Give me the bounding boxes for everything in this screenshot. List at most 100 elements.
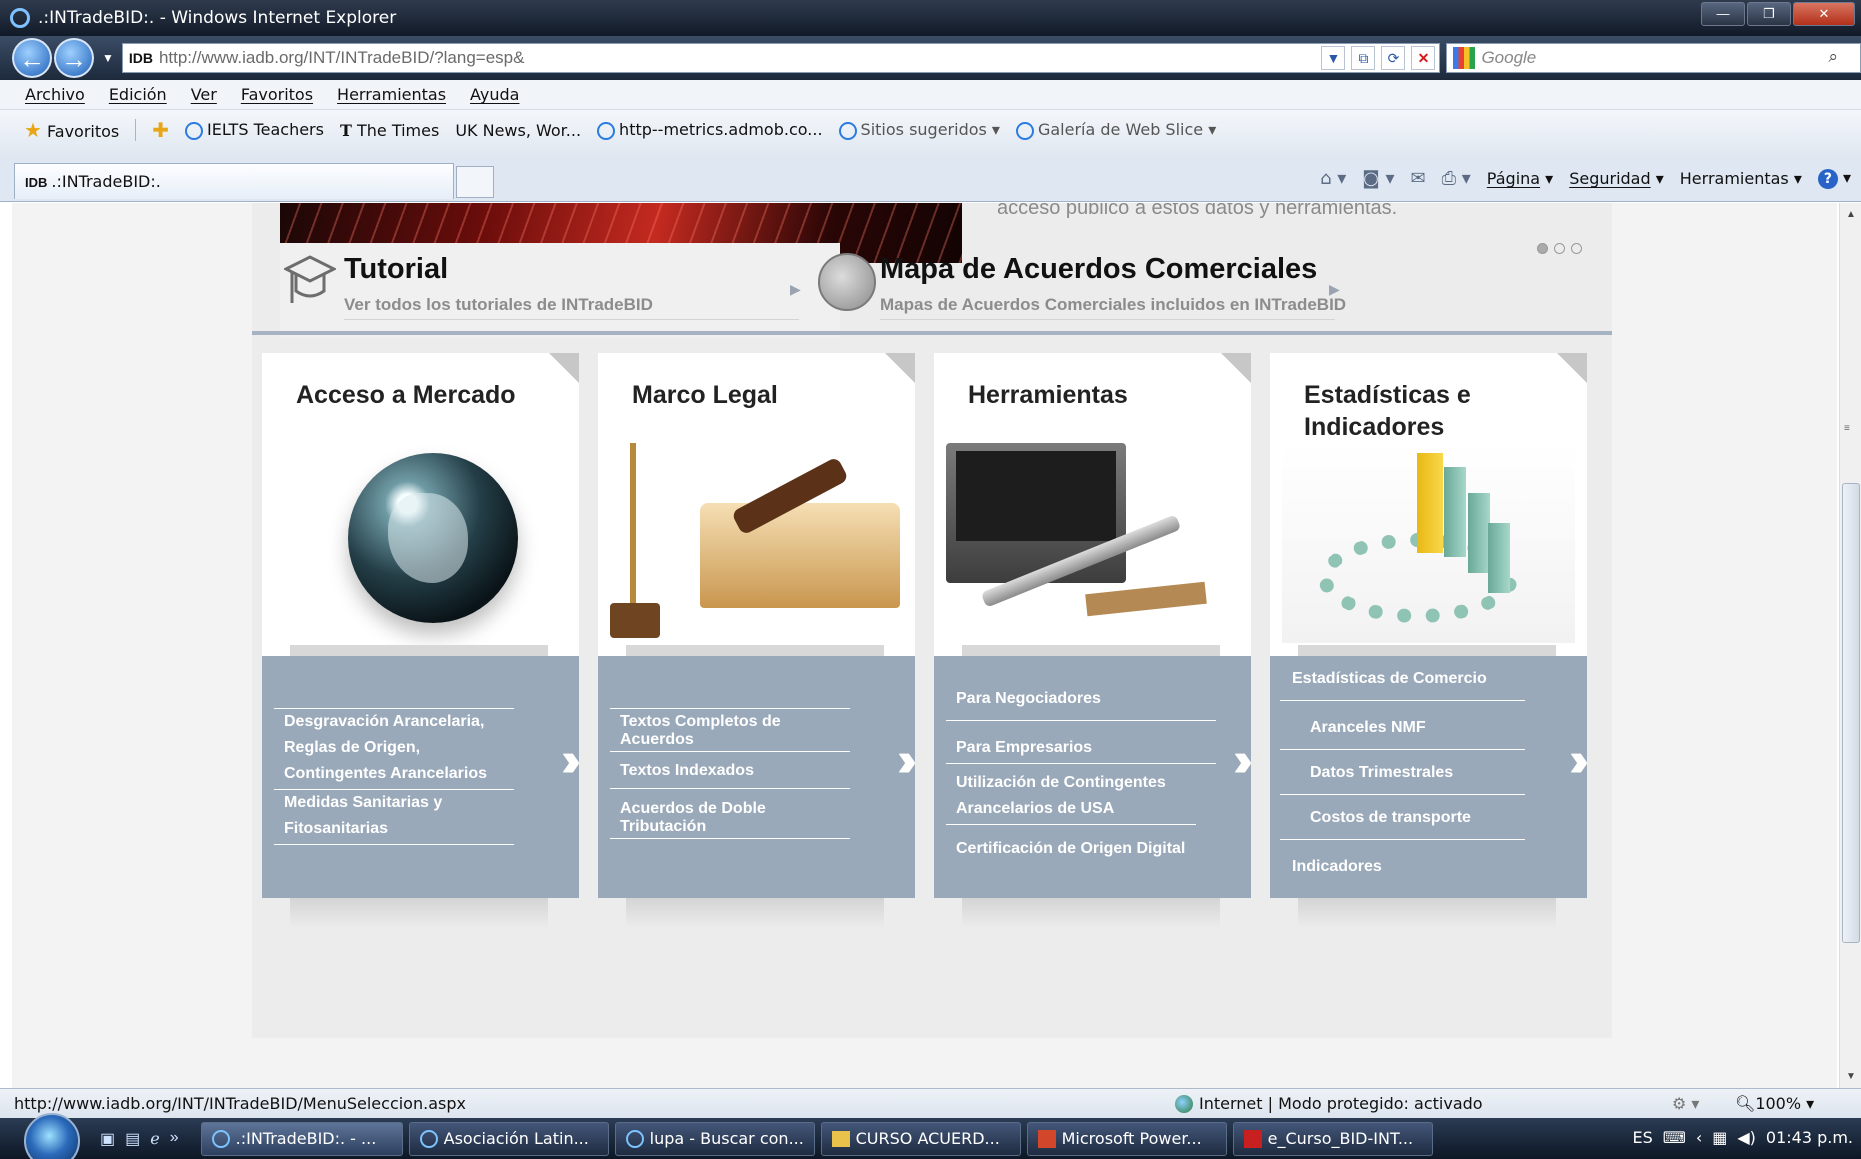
link-medidas-sanitarias[interactable]: Medidas Sanitarias y Fitosanitarias — [274, 790, 514, 845]
menu-favoritos[interactable]: Favoritos — [241, 85, 313, 104]
carousel-dot-3[interactable] — [1571, 243, 1582, 254]
address-bar[interactable]: IDB http://www.iadb.org/INT/INTradeBID/?… — [121, 43, 1441, 73]
map-subtitle[interactable]: Mapas de Acuerdos Comerciales incluidos … — [880, 295, 1346, 315]
chevron-right-icon[interactable]: ›› — [561, 733, 581, 788]
favorite-times[interactable]: T The Times — [340, 121, 439, 140]
menu-edicion[interactable]: Edición — [109, 85, 167, 104]
link-indicadores[interactable]: Indicadores — [1280, 854, 1525, 882]
card-title[interactable]: Acceso a Mercado — [296, 379, 516, 411]
card-title[interactable]: Marco Legal — [632, 379, 778, 411]
card-estadisticas: Estadísticas e Indicadores Estadísticas … — [1270, 353, 1589, 928]
address-url[interactable]: http://www.iadb.org/INT/INTradeBID/?lang… — [159, 48, 525, 68]
taskbar-item-pdf[interactable]: e_Curso_BID-INT... — [1232, 1121, 1433, 1156]
pdf-icon — [1243, 1129, 1262, 1148]
security-menu[interactable]: Seguridad ▾ — [1569, 169, 1664, 188]
link-certificacion-origen[interactable]: Certificación de Origen Digital — [946, 836, 1236, 864]
home-icon[interactable]: ⌂ ▾ — [1320, 168, 1346, 189]
taskbar-item-intradebid[interactable]: .:INTradeBID:. - ... — [200, 1121, 403, 1156]
favorite-admob[interactable]: http--metrics.admob.co... — [597, 120, 823, 140]
menu-ayuda[interactable]: Ayuda — [470, 85, 519, 104]
history-dropdown-icon[interactable]: ▼ — [102, 51, 114, 65]
more-icon[interactable]: » — [170, 1129, 179, 1149]
volume-icon[interactable]: ◀) — [1737, 1128, 1756, 1147]
vertical-scrollbar[interactable]: ▲ ≡ ▼ — [1839, 203, 1861, 1088]
keyboard-icon[interactable]: ⌨ — [1663, 1128, 1686, 1147]
feeds-icon[interactable]: ◙ ▾ — [1362, 168, 1394, 189]
maximize-button[interactable]: ❐ — [1747, 2, 1791, 26]
web-slice-gallery[interactable]: Galería de Web Slice ▾ — [1015, 120, 1216, 140]
map-arrow-icon[interactable]: ▶ — [1329, 281, 1340, 298]
link-contingentes-usa[interactable]: Utilización de Contingentes Arancelarios… — [946, 770, 1196, 825]
ie-icon — [625, 1129, 644, 1148]
address-dropdown-icon[interactable]: ▼ — [1321, 46, 1346, 70]
tutorial-title[interactable]: Tutorial — [344, 253, 448, 286]
chevron-right-icon[interactable]: ›› — [897, 733, 917, 788]
search-box[interactable]: Google ⌕ — [1446, 43, 1861, 73]
print-icon[interactable]: ⎙ ▾ — [1442, 168, 1471, 189]
tray-expand-icon[interactable]: ‹ — [1696, 1128, 1702, 1147]
link-aranceles-nmf[interactable]: Aranceles NMF — [1280, 715, 1525, 750]
link-datos-trimestrales[interactable]: Datos Trimestrales — [1280, 760, 1525, 795]
search-icon[interactable]: ⌕ — [1828, 47, 1838, 67]
language-indicator[interactable]: ES — [1632, 1128, 1652, 1147]
favorite-ielts[interactable]: IELTS Teachers — [185, 120, 324, 140]
network-icon[interactable]: ▦ — [1712, 1128, 1727, 1147]
chevron-right-icon[interactable]: ›› — [1233, 733, 1253, 788]
tutorial-subtitle[interactable]: Ver todos los tutoriales de INTradeBID — [344, 295, 653, 315]
link-negociadores[interactable]: Para Negociadores — [946, 686, 1216, 721]
tools-menu[interactable]: Herramientas ▾ — [1680, 169, 1802, 188]
card-title[interactable]: Estadísticas e Indicadores — [1304, 379, 1524, 443]
map-feature[interactable]: Mapa de Acuerdos Comerciales Mapas de Ac… — [812, 243, 1572, 338]
suggested-sites[interactable]: Sitios sugeridos ▾ — [838, 120, 1000, 140]
favorites-button[interactable]: ★ Favoritos — [24, 118, 119, 142]
taskbar-item-powerpoint[interactable]: Microsoft Power... — [1026, 1121, 1227, 1156]
taskbar-item-lupa[interactable]: lupa - Buscar con... — [614, 1121, 815, 1156]
card-title[interactable]: Herramientas — [968, 379, 1128, 411]
popup-blocker-icon[interactable]: ⚙ ▾ — [1672, 1094, 1699, 1113]
link-textos-completos[interactable]: Textos Completos de Acuerdos — [610, 708, 850, 752]
card-herramientas: Herramientas Para Negociadores Para Empr… — [934, 353, 1253, 928]
forward-button[interactable]: → — [53, 38, 94, 78]
help-menu[interactable]: ? ▾ — [1817, 168, 1851, 189]
taskbar-item-asociacion[interactable]: Asociación Latin... — [408, 1121, 609, 1156]
link-costos-transporte[interactable]: Costos de transporte — [1280, 805, 1525, 840]
menu-ver[interactable]: Ver — [191, 85, 217, 104]
tutorial-feature[interactable]: Tutorial Ver todos los tutoriales de INT… — [280, 243, 840, 338]
link-empresarios[interactable]: Para Empresarios — [946, 735, 1216, 764]
stop-icon[interactable]: ✕ — [1411, 46, 1436, 70]
chevron-right-icon[interactable]: ›› — [1569, 733, 1589, 788]
taskbar-item-curso[interactable]: CURSO ACUERD... — [820, 1121, 1021, 1156]
link-estadisticas-comercio[interactable]: Estadísticas de Comercio — [1280, 666, 1525, 701]
start-button[interactable] — [24, 1112, 80, 1159]
security-zone[interactable]: Internet | Modo protegido: activado — [1175, 1094, 1483, 1113]
scroll-up-icon[interactable]: ▲ — [1846, 209, 1856, 220]
tutorial-arrow-icon[interactable]: ▶ — [790, 281, 801, 298]
mail-icon[interactable]: ✉ — [1411, 168, 1426, 189]
ie-quicklaunch-icon[interactable]: ℯ — [150, 1129, 159, 1149]
link-doble-tributacion[interactable]: Acuerdos de Doble Tributación — [610, 800, 850, 839]
add-favorite-icon[interactable]: ✚ — [152, 118, 169, 142]
zoom-level[interactable]: 🔍︎100% ▾ — [1735, 1094, 1814, 1113]
switch-windows-icon[interactable]: ▤ — [125, 1129, 140, 1149]
scroll-down-icon[interactable]: ▼ — [1846, 1071, 1856, 1082]
scroll-thumb[interactable] — [1842, 483, 1860, 943]
map-title[interactable]: Mapa de Acuerdos Comerciales — [880, 253, 1317, 286]
menu-herramientas[interactable]: Herramientas — [337, 85, 446, 104]
clock[interactable]: 01:43 p.m. — [1766, 1128, 1853, 1147]
menu-archivo[interactable]: Archivo — [25, 85, 85, 104]
page-menu[interactable]: Página ▾ — [1487, 169, 1553, 188]
tab-intradebid[interactable]: IDB .:INTradeBID:. — [14, 163, 454, 199]
new-tab-button[interactable] — [456, 166, 494, 198]
refresh-icon[interactable]: ⟳ — [1381, 46, 1406, 70]
search-input[interactable]: Google — [1481, 48, 1536, 68]
link-desgravacion[interactable]: Desgravación Arancelaria, Reglas de Orig… — [274, 708, 514, 790]
close-button[interactable]: ✕ — [1793, 2, 1855, 26]
show-desktop-icon[interactable]: ▣ — [100, 1129, 115, 1149]
compatibility-icon[interactable]: ⧉ — [1351, 46, 1376, 70]
minimize-button[interactable]: — — [1701, 2, 1745, 26]
back-button[interactable]: ← — [12, 38, 52, 78]
link-textos-indexados[interactable]: Textos Indexados — [610, 756, 850, 789]
favorite-uk-news[interactable]: UK News, Wor... — [455, 121, 581, 140]
corner-fold — [885, 353, 915, 383]
graduation-cap-icon — [284, 255, 336, 303]
